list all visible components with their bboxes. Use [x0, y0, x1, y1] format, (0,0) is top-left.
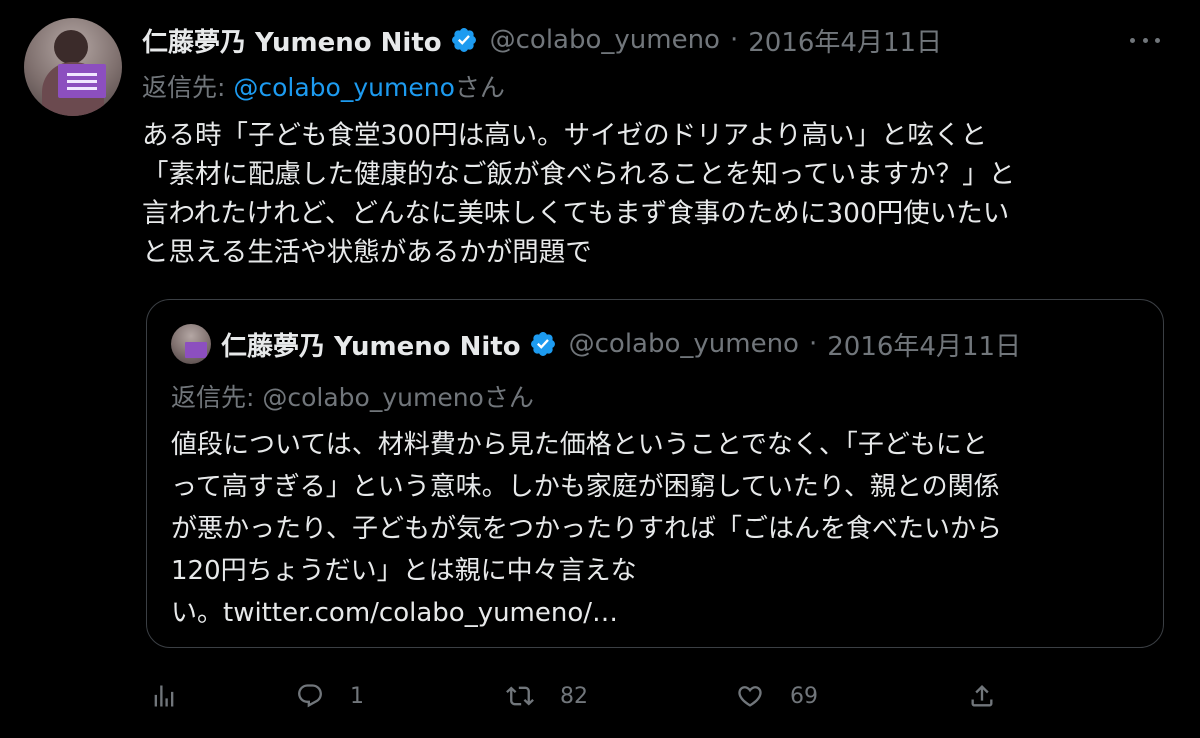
tweet-text-line: 言われたけれど、どんなに美味しくてもまず食事のために300円使いたい [142, 198, 1010, 229]
quoted-author-name: 仁藤夢乃 Yumeno Nito [221, 331, 521, 362]
author-avatar[interactable] [24, 18, 122, 116]
quoted-author-avatar [171, 324, 211, 364]
share-button[interactable] [968, 676, 996, 716]
retweet-button[interactable]: 82 [506, 676, 588, 716]
avatar-person-head [54, 30, 88, 64]
reply-count: 1 [350, 683, 364, 709]
like-count: 69 [790, 683, 818, 709]
retweet-icon [506, 686, 534, 706]
quoted-text-line: 120円ちょうだい」とは親に中々言えな [171, 556, 637, 586]
reply-button[interactable]: 1 [296, 676, 364, 716]
quoted-replying-to: 返信先: @colabo_yumenoさん [171, 383, 534, 412]
tweet-text-line: ある時「子ども食堂300円は高い。サイゼのドリアより高い」と呟くと [142, 120, 988, 151]
tweet-header: 仁藤夢乃 Yumeno Nito @colabo_yumeno · 2016年4… [142, 22, 942, 58]
like-button[interactable]: 69 [736, 676, 818, 716]
quoted-tweet-text: 値段については、材料費から見た価格ということでなく、「子どもにと って高すぎる」… [171, 424, 1151, 634]
verified-badge-icon [530, 332, 555, 356]
quoted-tweet-card[interactable]: 仁藤夢乃 Yumeno Nito @colabo_yumeno · 2016年4… [146, 299, 1164, 648]
tweet: 仁藤夢乃 Yumeno Nito @colabo_yumeno · 2016年4… [0, 0, 1200, 738]
replying-to: 返信先: @colabo_yumenoさん [142, 68, 505, 104]
quoted-tweet-date: 2016年4月11日 [827, 331, 1022, 362]
replying-suffix: さん [454, 73, 505, 102]
tweet-text-line: 「素材に配慮した健康的なご飯が食べられることを知っていますか？」と [142, 159, 1016, 190]
replying-prefix: 返信先: [142, 73, 234, 102]
analytics-icon [154, 685, 174, 707]
avatar-protest-sign [58, 64, 106, 98]
quoted-tweet-header: 仁藤夢乃 Yumeno Nito @colabo_yumeno · 2016年4… [221, 326, 1021, 362]
author-name[interactable]: 仁藤夢乃 Yumeno Nito [142, 22, 442, 59]
retweet-count: 82 [560, 683, 588, 709]
replying-handle-link[interactable]: @colabo_yumeno [233, 73, 454, 102]
tweet-text: ある時「子ども食堂300円は高い。サイゼのドリアより高い」と呟くと 「素材に配慮… [142, 116, 1152, 272]
avatar-protest-sign [185, 342, 207, 358]
quoted-text-line: い。twitter.com/colabo_yumeno/… [171, 598, 619, 628]
tweet-date[interactable]: 2016年4月11日 [748, 22, 942, 59]
action-bar: 1 82 69 [150, 676, 1000, 716]
like-icon [738, 686, 762, 707]
header-separator: · [808, 329, 818, 359]
reply-icon [298, 684, 322, 708]
quoted-text-line: が悪かったり、子どもが気をつかったりすれば「ごはんを食べたいから [171, 514, 1002, 544]
quoted-text-line: 値段については、材料費から見た価格ということでなく、「子どもにと [171, 430, 988, 460]
verified-badge-icon [451, 28, 476, 52]
share-icon [971, 685, 993, 707]
quoted-author-handle: @colabo_yumeno [568, 329, 799, 359]
tweet-text-line: と思える生活や状態があるかが問題で [142, 237, 592, 268]
header-separator: · [729, 25, 739, 55]
analytics-button[interactable] [150, 676, 178, 716]
author-handle[interactable]: @colabo_yumeno [490, 25, 720, 55]
quoted-text-line: って高すぎる」という意味。しかも家庭が困窮していたり、親との関係 [171, 472, 1000, 502]
more-options-icon[interactable] [1130, 28, 1160, 52]
